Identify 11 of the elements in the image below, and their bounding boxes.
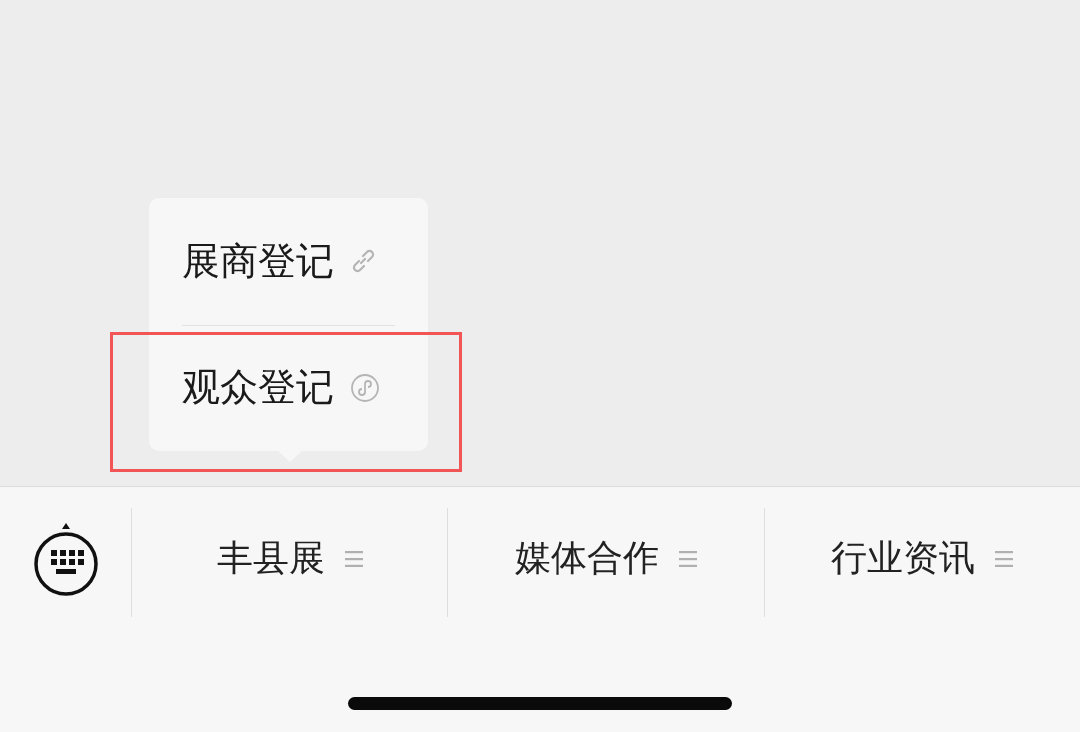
menu-icon xyxy=(344,550,363,567)
mini-program-icon xyxy=(350,372,380,403)
menu-icon xyxy=(995,550,1014,567)
link-icon xyxy=(350,248,376,275)
menu-button[interactable]: 行业资讯 xyxy=(823,528,1022,589)
menu-icon xyxy=(679,550,697,567)
keyboard-icon[interactable] xyxy=(32,522,99,597)
menu-item[interactable]: 观众登记 xyxy=(149,324,428,451)
menu-button[interactable]: 丰县展 xyxy=(208,528,371,589)
menu-button[interactable]: 媒体合作 xyxy=(507,528,705,589)
menu-item[interactable]: 展商登记 xyxy=(149,198,428,325)
